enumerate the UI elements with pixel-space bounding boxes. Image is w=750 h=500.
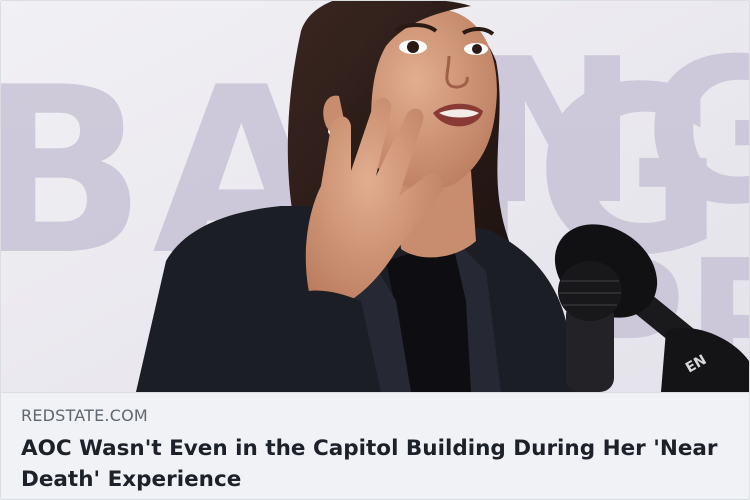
svg-text:NG: NG (471, 16, 750, 249)
link-preview-card[interactable]: BANG NG PP (0, 0, 750, 500)
link-caption[interactable]: REDSTATE.COM AOC Wasn't Even in the Capi… (1, 392, 749, 499)
article-photo[interactable]: BANG NG PP (1, 1, 750, 392)
source-domain: REDSTATE.COM (21, 406, 148, 425)
article-photo-illustration: BANG NG PP (1, 1, 750, 392)
article-headline[interactable]: AOC Wasn't Even in the Capitol Building … (21, 433, 731, 495)
